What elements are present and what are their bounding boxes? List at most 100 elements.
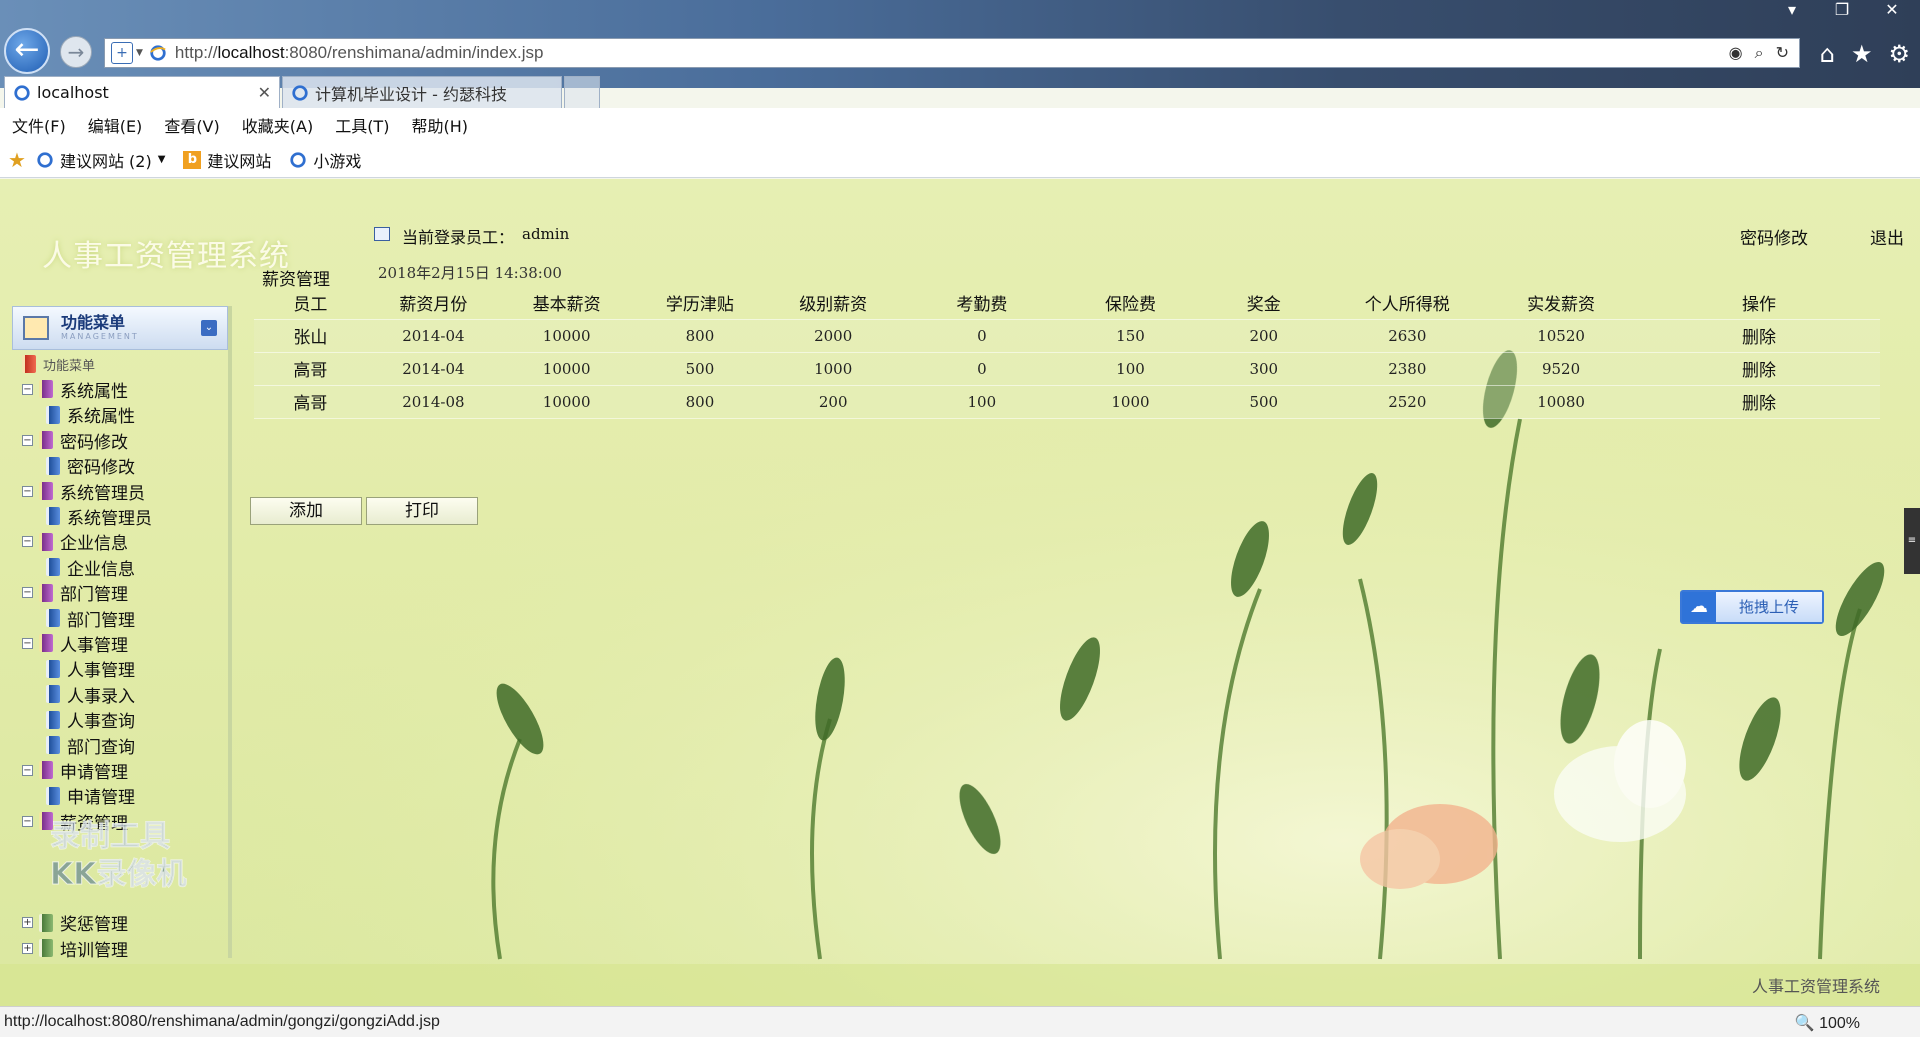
folder-book-icon: [39, 634, 53, 653]
table-cell: 800: [633, 319, 767, 353]
tree-item[interactable]: 系统属性: [46, 403, 135, 427]
address-tools: ◉ ⌕ ↻: [1729, 43, 1799, 63]
table-row: 张山 2014-04 10000 800 2000 0 150 200 2630 10520 删除: [254, 319, 1880, 353]
tree-item[interactable]: 企业信息: [46, 555, 135, 580]
side-panel-tab[interactable]: ≡: [1904, 508, 1920, 574]
tree-group[interactable]: − 部门管理: [22, 581, 128, 605]
logout-link[interactable]: 退出: [1870, 224, 1904, 249]
column-header: 个人所得税: [1330, 286, 1485, 320]
expand-toggle-icon[interactable]: +: [22, 942, 33, 954]
refresh-icon[interactable]: ↻: [1776, 43, 1789, 63]
compat-shield-icon[interactable]: +: [111, 42, 133, 64]
delete-link[interactable]: 删除: [1637, 385, 1880, 419]
home-icon[interactable]: ⌂: [1820, 40, 1835, 68]
tree-item[interactable]: 部门查询: [46, 733, 135, 758]
menu-help[interactable]: 帮助(H): [411, 113, 468, 137]
tree-group[interactable]: + 培训管理: [22, 936, 128, 961]
menu-tools[interactable]: 工具(T): [335, 113, 389, 137]
tab-yuese[interactable]: 计算机毕业设计 - 约瑟科技: [282, 76, 562, 108]
folder-book-icon: [39, 939, 53, 958]
tree-group[interactable]: − 人事管理: [22, 631, 128, 656]
delete-link[interactable]: 删除: [1637, 319, 1880, 353]
folder-book-icon: [39, 380, 53, 399]
table-cell: 10000: [500, 385, 634, 419]
menu-board-icon: [23, 316, 49, 340]
close-window-icon[interactable]: ✕: [1878, 0, 1906, 20]
collapse-toggle-icon[interactable]: −: [22, 383, 33, 395]
address-bar[interactable]: + ▼ http://localhost:8080/renshimana/adm…: [104, 38, 1800, 68]
minimize-icon[interactable]: ▾: [1778, 0, 1806, 20]
tree-group-label: 人事管理: [60, 635, 128, 656]
tree-item[interactable]: 人事录入: [46, 682, 135, 707]
upload-label: 拖拽上传: [1716, 592, 1822, 622]
table-cell: 100: [1063, 352, 1198, 386]
tree-item-label: 部门查询: [67, 737, 135, 758]
cloud-icon: ☁: [1682, 592, 1716, 622]
column-header: 基本薪资: [500, 286, 634, 320]
delete-link[interactable]: 删除: [1637, 352, 1880, 386]
collapse-toggle-icon[interactable]: −: [22, 587, 33, 599]
tree-item[interactable]: 人事管理: [46, 657, 135, 681]
collapse-toggle-icon[interactable]: −: [22, 485, 33, 497]
collapse-toggle-icon[interactable]: −: [22, 764, 33, 776]
add-button[interactable]: 添加: [250, 497, 362, 525]
folder-book-icon: [39, 583, 53, 602]
password-change-link[interactable]: 密码修改: [1740, 224, 1808, 249]
gear-icon[interactable]: ⚙: [1888, 40, 1910, 68]
table-row: 高哥 2014-04 10000 500 1000 0 100 300 2380 9520 删除: [254, 352, 1880, 386]
collapse-icon[interactable]: ⌄: [201, 320, 217, 336]
back-button[interactable]: ←: [4, 28, 50, 74]
tree-group[interactable]: + 奖惩管理: [22, 911, 128, 935]
tree-item[interactable]: 人事查询: [46, 708, 135, 732]
chevron-down-icon: ▼: [157, 154, 166, 165]
favorites-star-icon[interactable]: ★: [1851, 40, 1873, 68]
ie-page-icon: [292, 84, 308, 101]
fav-suggested-sites-dropdown[interactable]: 建议网站 (2) ▼: [36, 148, 165, 172]
table-cell: 200: [1197, 319, 1331, 353]
tree-group[interactable]: − 系统管理员: [22, 479, 145, 504]
browser-toolbar-icons: ⌂ ★ ⚙: [1820, 40, 1910, 68]
menu-view[interactable]: 查看(V): [164, 113, 219, 137]
collapse-toggle-icon[interactable]: −: [22, 434, 33, 446]
restore-icon[interactable]: ❐: [1828, 0, 1856, 20]
close-icon[interactable]: ✕: [258, 83, 271, 102]
collapse-toggle-icon[interactable]: −: [22, 536, 33, 548]
drag-upload-widget[interactable]: ☁ 拖拽上传: [1680, 590, 1824, 624]
menu-favorites[interactable]: 收藏夹(A): [242, 113, 313, 137]
print-button[interactable]: 打印: [366, 497, 478, 525]
zoom-level[interactable]: 🔍 100%: [1795, 1013, 1860, 1033]
column-header: 员工: [254, 286, 367, 320]
tree-group-label: 企业信息: [60, 534, 128, 555]
fav-mini-games[interactable]: 小游戏: [289, 148, 361, 172]
collapse-toggle-icon[interactable]: −: [22, 637, 33, 649]
fav-suggested-sites[interactable]: b 建议网站: [183, 148, 271, 172]
search-icon[interactable]: ⌕: [1755, 43, 1764, 63]
zoom-value: 100%: [1819, 1015, 1860, 1032]
tree-group[interactable]: − 企业信息: [22, 530, 128, 554]
expand-toggle-icon[interactable]: +: [22, 917, 33, 929]
collapse-toggle-icon[interactable]: −: [22, 815, 33, 827]
tree-group[interactable]: − 密码修改: [22, 428, 128, 453]
forward-button[interactable]: →: [60, 36, 92, 68]
column-header: 实发薪资: [1484, 286, 1638, 320]
compat-view-icon[interactable]: ◉: [1729, 43, 1743, 63]
menu-header[interactable]: 功能菜单 MANAGEMENT ⌄: [12, 306, 228, 350]
favorites-star-icon[interactable]: ★: [8, 148, 26, 172]
column-header: 学历津贴: [633, 286, 767, 320]
fav-label: 小游戏: [313, 151, 362, 171]
tree-item[interactable]: 密码修改: [46, 454, 135, 478]
menu-file[interactable]: 文件(F): [12, 113, 66, 137]
folder-book-icon: [39, 532, 53, 551]
tree-item[interactable]: 系统管理员: [46, 504, 152, 529]
tree-group-label: 奖惩管理: [60, 915, 128, 936]
tree-item[interactable]: 部门管理: [46, 606, 135, 631]
tab-localhost[interactable]: localhost ✕: [4, 76, 280, 108]
menu-edit[interactable]: 编辑(E): [88, 113, 143, 137]
address-url[interactable]: http://localhost:8080/renshimana/admin/i…: [175, 43, 544, 63]
tree-item[interactable]: 申请管理: [46, 784, 135, 808]
tree-group[interactable]: − 申请管理: [22, 758, 128, 783]
new-tab-button[interactable]: [564, 76, 600, 108]
tree-group[interactable]: − 系统属性: [22, 377, 128, 402]
fav-label: 建议网站 (2): [59, 151, 152, 171]
chevron-down-icon[interactable]: ▼: [136, 48, 143, 58]
